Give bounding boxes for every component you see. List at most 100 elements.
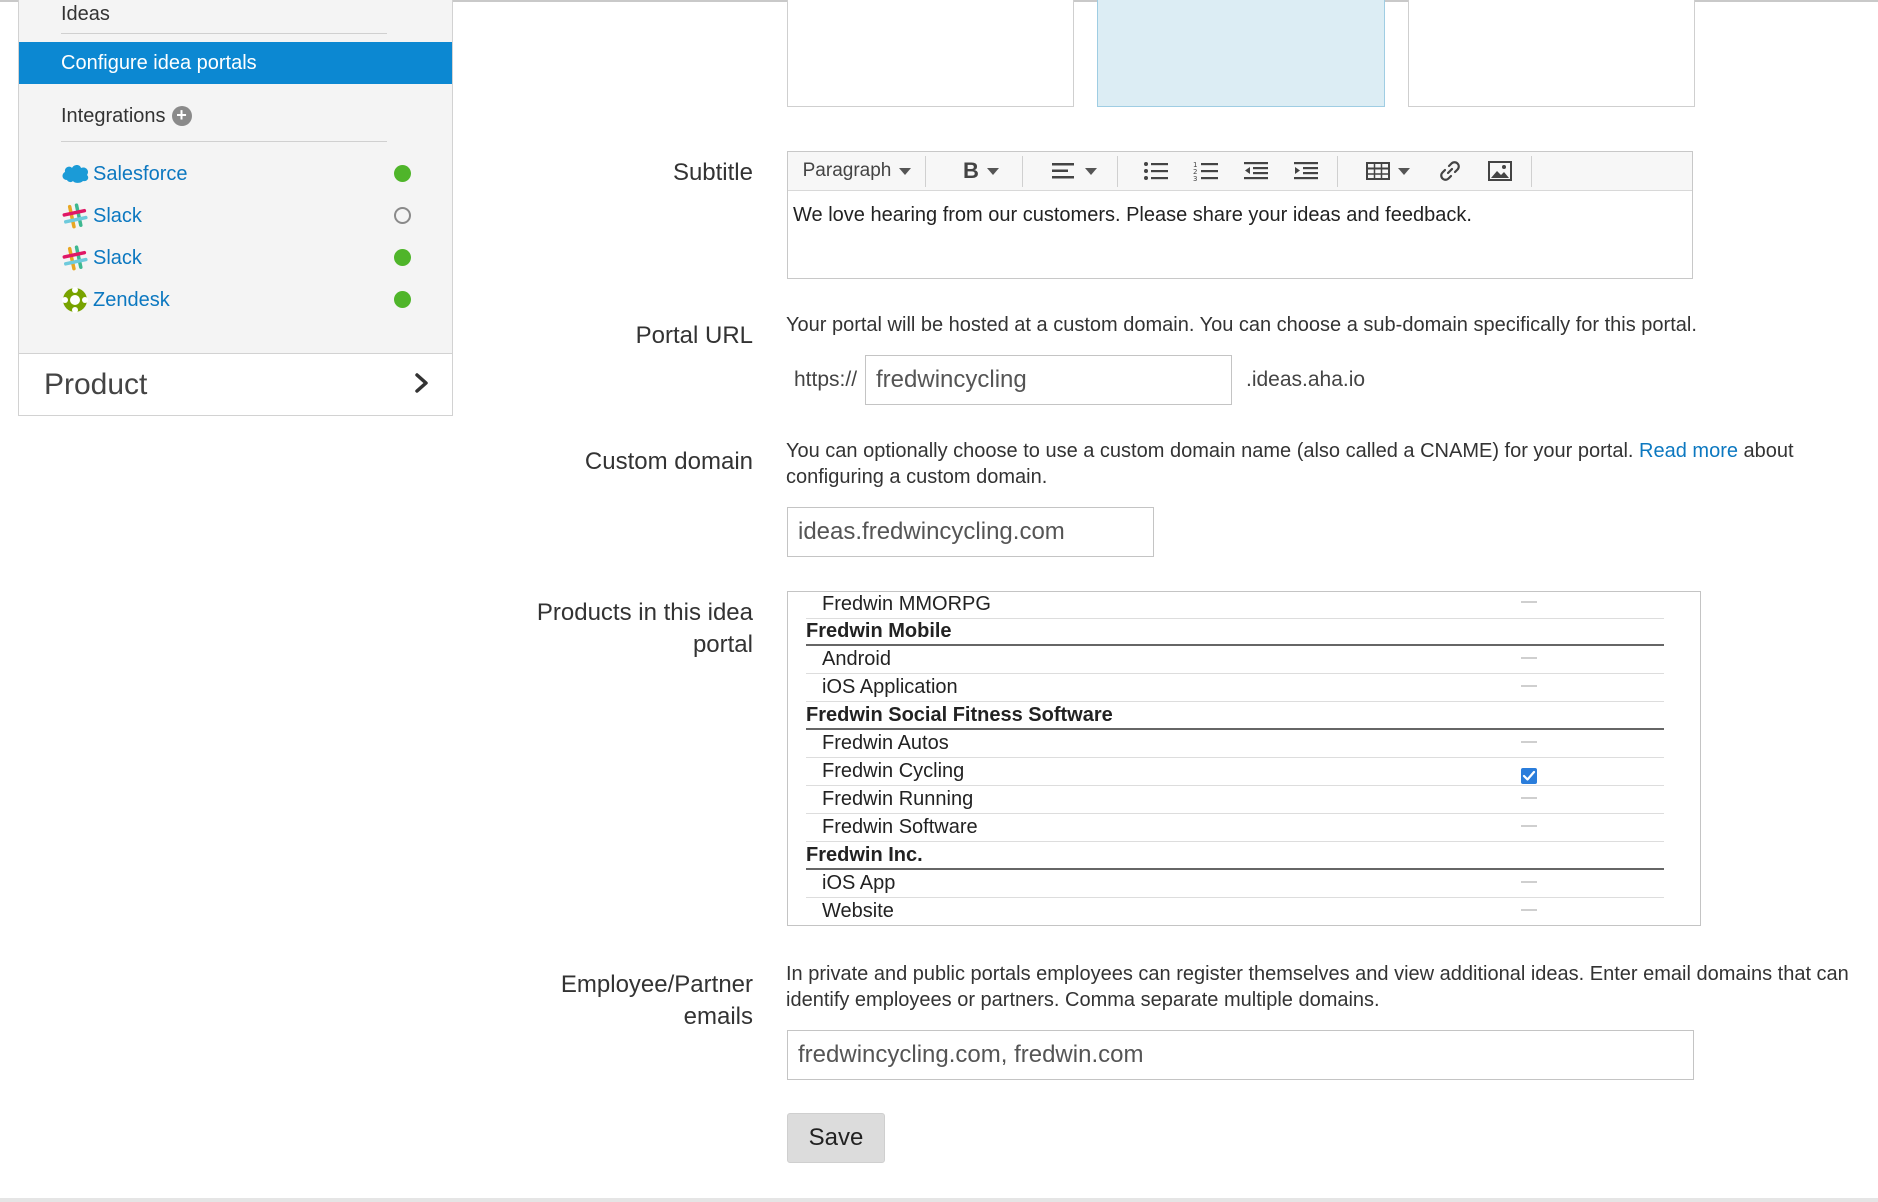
- product-row-fredwin-autos: Fredwin Autos: [806, 730, 1664, 758]
- outdent-button[interactable]: [1241, 158, 1271, 184]
- toolbar-divider: [1531, 156, 1532, 187]
- products-label-line2: portal: [692, 631, 753, 658]
- custom-domain-input[interactable]: ideas.fredwincycling.com: [787, 507, 1154, 557]
- indent-icon: [1294, 162, 1318, 180]
- product-checkbox-fredwin-mmorpg[interactable]: [1521, 601, 1537, 603]
- sidebar-heading-ideas: Ideas: [61, 0, 387, 34]
- zendesk-icon: [61, 286, 89, 314]
- product-checkbox-ios-application[interactable]: [1521, 685, 1537, 687]
- product-group-fredwin-mobile: Fredwin Mobile: [806, 618, 1664, 646]
- status-enabled-icon: [394, 165, 411, 182]
- status-enabled-icon: [394, 249, 411, 266]
- toolbar-divider: [1337, 156, 1338, 187]
- emails-help-line2: identify employees or partners. Comma se…: [786, 989, 1380, 1011]
- table-icon: [1366, 162, 1390, 180]
- integration-name: Salesforce: [93, 162, 188, 185]
- integration-name: Slack: [93, 204, 142, 227]
- emails-label-line2: emails: [683, 1003, 753, 1030]
- product-checkbox-fredwin-running[interactable]: [1521, 797, 1537, 799]
- table-button[interactable]: [1363, 158, 1413, 184]
- integration-item-slack[interactable]: Slack: [61, 198, 441, 234]
- save-button[interactable]: Save: [787, 1113, 885, 1163]
- outdent-icon: [1244, 162, 1268, 180]
- subtitle-editor-content[interactable]: We love hearing from our customers. Plea…: [788, 191, 1692, 240]
- sidebar-item-product[interactable]: Product: [19, 353, 452, 415]
- portal-url-help-text: Your portal will be hosted at a custom d…: [786, 314, 1697, 336]
- integration-item-zendesk[interactable]: Zendesk: [61, 282, 441, 318]
- bullet-list-button[interactable]: [1141, 158, 1171, 184]
- link-button[interactable]: [1435, 158, 1465, 184]
- product-row-fredwin-software: Fredwin Software: [806, 814, 1664, 842]
- custom-domain-help-after: about: [1743, 440, 1794, 462]
- svg-text:3: 3: [1193, 175, 1197, 182]
- custom-domain-label: Custom domain: [584, 448, 753, 475]
- product-group-fredwin-inc: Fredwin Inc.: [806, 842, 1664, 870]
- product-checkbox-fredwin-cycling[interactable]: [1521, 768, 1537, 784]
- email-domains-input[interactable]: fredwincycling.com, fredwin.com: [787, 1030, 1694, 1080]
- custom-domain-help-text: You can optionally choose to use a custo…: [786, 438, 1856, 490]
- bullet-list-icon: [1144, 162, 1168, 180]
- numbered-list-button[interactable]: 123: [1191, 158, 1221, 184]
- products-label: Products in this idea portal: [537, 597, 753, 661]
- numbered-list-icon: 123: [1193, 161, 1218, 182]
- theme-preview-option[interactable]: [787, 0, 1074, 107]
- add-integration-icon[interactable]: +: [171, 106, 192, 126]
- read-more-link[interactable]: Read more: [1639, 440, 1738, 462]
- product-checkbox-android[interactable]: [1521, 657, 1537, 659]
- align-left-icon: [1052, 163, 1074, 179]
- integration-name: Zendesk: [93, 288, 170, 311]
- status-disabled-icon: [394, 207, 411, 224]
- chevron-down-icon: [1085, 167, 1097, 175]
- product-checkbox-fredwin-software[interactable]: [1521, 825, 1537, 827]
- toolbar-divider: [1117, 156, 1118, 187]
- slack-icon: [61, 244, 89, 272]
- bold-button[interactable]: B: [956, 158, 1006, 184]
- products-tree[interactable]: Fredwin MMORPG Fredwin Mobile Android iO…: [787, 591, 1701, 926]
- settings-sidebar: Ideas Configure idea portals Integration…: [18, 0, 453, 416]
- product-checkbox-website[interactable]: [1521, 909, 1537, 911]
- product-row-ios-application: iOS Application: [806, 674, 1664, 702]
- integrations-label: Integrations: [61, 105, 166, 127]
- emails-help-text: In private and public portals employees …: [786, 961, 1849, 1013]
- url-prefix: https://: [794, 368, 858, 391]
- chevron-down-icon: [1398, 167, 1410, 175]
- editor-toolbar: Paragraph B 123: [788, 152, 1692, 191]
- integrations-heading: Integrations +: [61, 105, 387, 142]
- salesforce-cloud-icon: [61, 160, 89, 188]
- custom-domain-help-line2: configuring a custom domain.: [786, 466, 1048, 488]
- bottom-border: [0, 1198, 1878, 1202]
- products-label-line1: Products in this idea: [536, 599, 753, 626]
- emails-label-line1: Employee/Partner: [560, 971, 753, 998]
- integration-name: Slack: [93, 246, 142, 269]
- checkmark-icon: [1522, 770, 1536, 781]
- integration-item-salesforce[interactable]: Salesforce: [61, 156, 441, 192]
- subdomain-input[interactable]: fredwincycling: [865, 355, 1232, 405]
- theme-preview-option[interactable]: [1408, 0, 1695, 107]
- product-row-fredwin-running: Fredwin Running: [806, 786, 1664, 814]
- link-icon: [1440, 161, 1460, 181]
- sidebar-item-configure-idea-portals[interactable]: Configure idea portals: [19, 42, 452, 84]
- product-row-website: Website: [806, 898, 1664, 925]
- align-button[interactable]: [1046, 158, 1102, 184]
- product-checkbox-fredwin-autos[interactable]: [1521, 741, 1537, 743]
- theme-preview-option-selected[interactable]: [1097, 0, 1385, 107]
- paragraph-format-dropdown[interactable]: Paragraph: [802, 158, 912, 184]
- emails-help-line1: In private and public portals employees …: [786, 963, 1849, 985]
- emails-label: Employee/Partner emails: [561, 969, 753, 1033]
- chevron-down-icon: [899, 167, 912, 175]
- integration-item-slack[interactable]: Slack: [61, 240, 441, 276]
- status-enabled-icon: [394, 291, 411, 308]
- image-button[interactable]: [1485, 158, 1515, 184]
- subtitle-rich-text-editor[interactable]: Paragraph B 123 We love hearing from our…: [787, 151, 1693, 279]
- subtitle-label: Subtitle: [672, 159, 753, 186]
- image-icon: [1488, 161, 1512, 181]
- paragraph-format-label: Paragraph: [802, 160, 892, 181]
- product-row-fredwin-mmorpg: Fredwin MMORPG: [806, 592, 1664, 619]
- toolbar-divider: [1022, 156, 1023, 187]
- product-checkbox-ios-app[interactable]: [1521, 881, 1537, 883]
- indent-button[interactable]: [1291, 158, 1321, 184]
- product-row-android: Android: [806, 646, 1664, 674]
- chevron-right-icon: [412, 368, 432, 398]
- product-group-fredwin-social-fitness-software: Fredwin Social Fitness Software: [806, 702, 1664, 730]
- toolbar-divider: [925, 156, 926, 187]
